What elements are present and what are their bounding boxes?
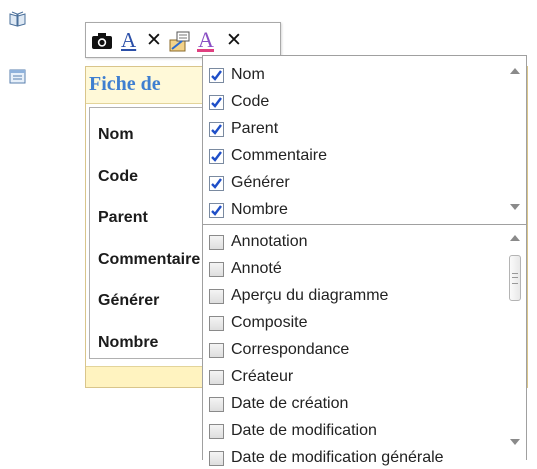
list-item-label: Nom: [231, 66, 265, 83]
field-label-generer: Générer: [98, 292, 160, 309]
checkmark-icon: [211, 96, 222, 108]
list-item-label: Nombre: [231, 201, 288, 218]
checkbox-unchecked[interactable]: [209, 396, 224, 412]
list-item-nom[interactable]: Nom: [209, 64, 265, 86]
list-item-date-de-modification-generale[interactable]: Date de modification générale: [209, 447, 444, 469]
checkmark-icon: [211, 123, 222, 135]
checkbox-unchecked[interactable]: [209, 423, 224, 439]
scrollbar[interactable]: [504, 225, 526, 460]
scroll-up-icon[interactable]: [510, 68, 520, 74]
list-item-label: Commentaire: [231, 147, 328, 164]
scroll-thumb[interactable]: [509, 255, 521, 301]
grip-line-middle: [512, 277, 518, 278]
checkbox-unchecked[interactable]: [209, 315, 224, 331]
properties-icon[interactable]: [168, 29, 192, 53]
checkbox-checked[interactable]: [209, 121, 224, 137]
font-style-icon[interactable]: A: [194, 27, 218, 53]
list-item-parent[interactable]: Parent: [209, 118, 278, 140]
text-color-glyph: A: [121, 28, 137, 52]
floating-toolbar: A ✕ A ✕: [85, 22, 281, 58]
field-label-commentaire: Commentaire: [98, 251, 201, 268]
list-item-generer[interactable]: Générer: [209, 172, 290, 194]
list-item-annote[interactable]: Annoté: [209, 258, 282, 280]
checkbox-checked[interactable]: [209, 202, 224, 218]
list-item-label: Code: [231, 93, 270, 110]
field-label-nombre: Nombre: [98, 334, 159, 351]
list-item-label: Date de modification: [231, 422, 377, 439]
list-item-label: Générer: [231, 174, 290, 191]
list-item-createur[interactable]: Créateur: [209, 366, 293, 388]
checkbox-unchecked[interactable]: [209, 288, 224, 304]
list-item-label: Parent: [231, 120, 279, 137]
list-item-label: Aperçu du diagramme: [231, 287, 389, 304]
checkbox-unchecked[interactable]: [209, 342, 224, 358]
checkbox-checked[interactable]: [209, 67, 224, 83]
available-attributes-list[interactable]: Annotation Annoté Aperçu du diagramme Co…: [202, 224, 527, 466]
checkbox-checked[interactable]: [209, 148, 224, 164]
card-title: Fiche de: [89, 73, 161, 95]
scroll-up-icon[interactable]: [510, 235, 520, 241]
list-item-label: Annotation: [231, 233, 308, 250]
list-item-commentaire[interactable]: Commentaire: [209, 145, 327, 167]
font-style-underline: [197, 49, 214, 52]
close-glyph: ✕: [146, 29, 162, 51]
scrollbar[interactable]: [504, 56, 526, 224]
field-label-code: Code: [98, 168, 138, 185]
list-item-label: Date de modification générale: [231, 449, 444, 466]
text-color-icon[interactable]: A: [116, 28, 140, 53]
field-label-parent: Parent: [98, 209, 148, 226]
list-item-label: Annoté: [231, 260, 282, 277]
checkmark-icon: [211, 150, 222, 162]
camera-icon[interactable]: [90, 29, 114, 53]
checkbox-unchecked[interactable]: [209, 450, 224, 466]
list-item-label: Composite: [231, 314, 308, 331]
checkmark-icon: [211, 177, 222, 189]
close-glyph-2: ✕: [226, 29, 242, 51]
scroll-down-icon[interactable]: [510, 439, 520, 445]
list-item-apercu-du-diagramme[interactable]: Aperçu du diagramme: [209, 285, 388, 307]
scroll-down-icon[interactable]: [510, 204, 520, 210]
book-icon[interactable]: [9, 10, 26, 27]
list-item-label: Correspondance: [231, 341, 350, 358]
checkbox-checked[interactable]: [209, 94, 224, 110]
list-item-label: Date de création: [231, 395, 349, 412]
form-icon[interactable]: [9, 68, 26, 85]
list-item-date-de-modification[interactable]: Date de modification: [209, 420, 377, 442]
list-item-date-de-creation[interactable]: Date de création: [209, 393, 348, 415]
grip-lines: [512, 273, 518, 284]
checkbox-unchecked[interactable]: [209, 369, 224, 385]
list-item-annotation[interactable]: Annotation: [209, 231, 308, 253]
list-item-code[interactable]: Code: [209, 91, 269, 113]
checkbox-unchecked[interactable]: [209, 234, 224, 250]
selected-attributes-list[interactable]: Nom Code Parent Commentaire Générer Nomb…: [202, 55, 527, 225]
list-item-label: Créateur: [231, 368, 294, 385]
checkmark-icon: [211, 204, 222, 216]
checkbox-unchecked[interactable]: [209, 261, 224, 277]
close-icon-2[interactable]: ✕: [222, 29, 246, 53]
list-item-composite[interactable]: Composite: [209, 312, 307, 334]
checkmark-icon: [211, 69, 222, 81]
list-item-correspondance[interactable]: Correspondance: [209, 339, 349, 361]
field-label-nom: Nom: [98, 126, 134, 143]
checkbox-checked[interactable]: [209, 175, 224, 191]
list-item-nombre[interactable]: Nombre: [209, 199, 288, 221]
close-icon[interactable]: ✕: [142, 29, 166, 53]
